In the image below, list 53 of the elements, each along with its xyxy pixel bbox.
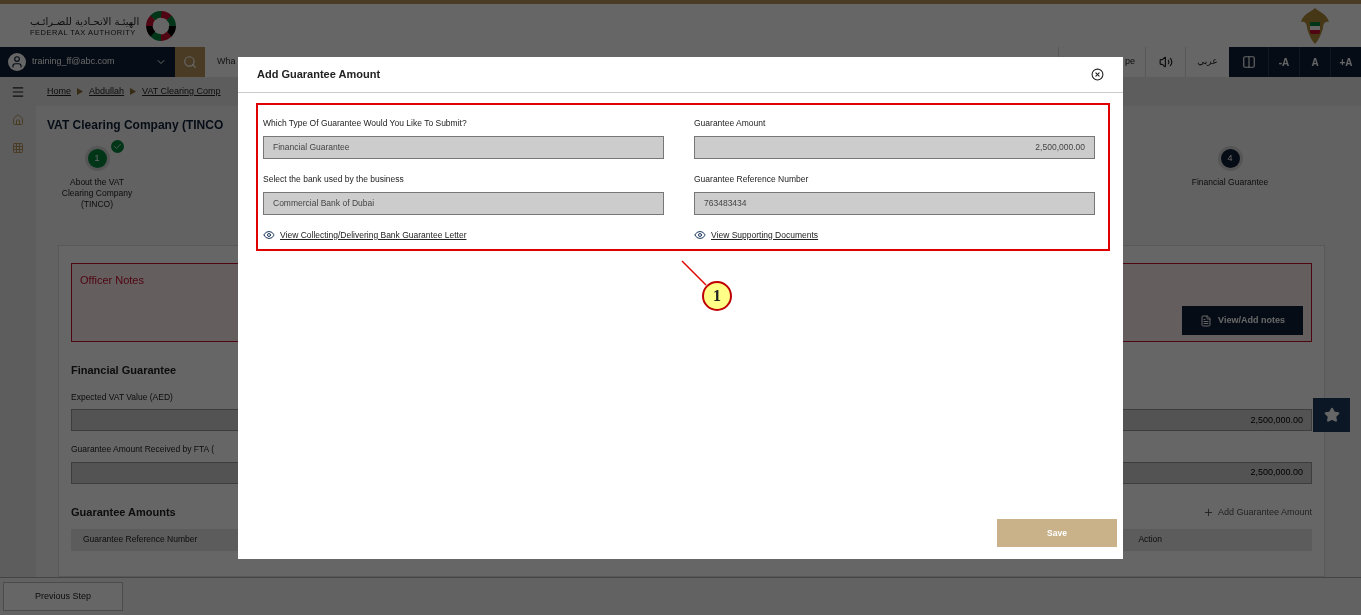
section-title: Financial Guarantee [71,363,178,378]
search-button[interactable] [175,47,205,77]
breadcrumb-link[interactable]: VAT Clearing Comp [142,84,221,99]
field-label: Expected VAT Value (AED) [71,390,174,404]
breadcrumb-separator-icon [77,88,83,95]
add-guarantee-button[interactable]: Add Guarantee Amount [1202,505,1312,519]
readonly-field[interactable]: 763483434 [694,191,1095,215]
column-header: Guarantee Reference Number [83,533,198,546]
favorite-button[interactable] [1313,398,1350,432]
check-icon [110,140,124,153]
grid-icon [12,142,24,154]
breadcrumb-separator-icon [130,88,137,95]
readonly-field[interactable]: Financial Guarantee [263,135,664,159]
user-menu[interactable]: training_ff@abc.com [0,47,175,77]
breadcrumb-link[interactable]: Abdullah [89,84,125,99]
close-button[interactable] [1091,68,1104,81]
font-size-button[interactable]: A [1299,47,1330,77]
document-link[interactable]: View Supporting Documents [694,228,1103,242]
close-icon [1091,68,1104,81]
document-link[interactable]: View Collecting/Delivering Bank Guarantee Letter [263,228,672,242]
leader-line [681,260,707,286]
contrast-button[interactable] [1229,47,1268,77]
notes-icon [1200,314,1213,327]
search-icon [183,55,197,69]
eye-icon [263,228,275,241]
officer-notes-title: Officer Notes [80,273,144,288]
field-label: Guarantee Reference Number [694,172,810,186]
section-title: Guarantee Amounts [71,505,176,520]
user-icon [8,53,26,71]
eye-icon [694,228,706,241]
field-label: Guarantee Amount Received by FTA ( [71,443,215,456]
readonly-field[interactable]: Commercial Bank of Dubai [263,191,664,215]
step-label: About the VAT Clearing Company (TINCO) [60,177,134,210]
modal-title: Add Guarantee Amount [257,67,381,83]
field-label: Which Type Of Guarantee Would You Like To Submit? [263,117,468,130]
page-title: VAT Clearing Company (TINCO [47,117,224,134]
menu-icon [11,84,25,99]
field-label: Select the bank used by the business [263,172,405,186]
breadcrumb-link[interactable]: Home [47,84,71,99]
field-label: Guarantee Amount [694,117,767,130]
logo-arabic-text: الهيئـة الاتحـادية للضـرائـب [30,14,140,28]
speaker-icon [1158,55,1173,69]
column-header: Action [1138,533,1162,546]
star-icon [1323,407,1340,423]
font-size-button[interactable]: -A [1268,47,1299,77]
contrast-icon [1241,55,1256,69]
home-icon [12,114,24,126]
previous-step-button[interactable]: Previous Step [3,582,123,611]
view-notes-button[interactable]: View/Add notes [1182,306,1303,335]
font-size-button[interactable]: +A [1330,47,1361,77]
plus-icon [1202,506,1214,518]
readonly-field[interactable]: 2,500,000.00 [694,135,1095,159]
step-label: Financial Guarantee [1191,177,1269,188]
